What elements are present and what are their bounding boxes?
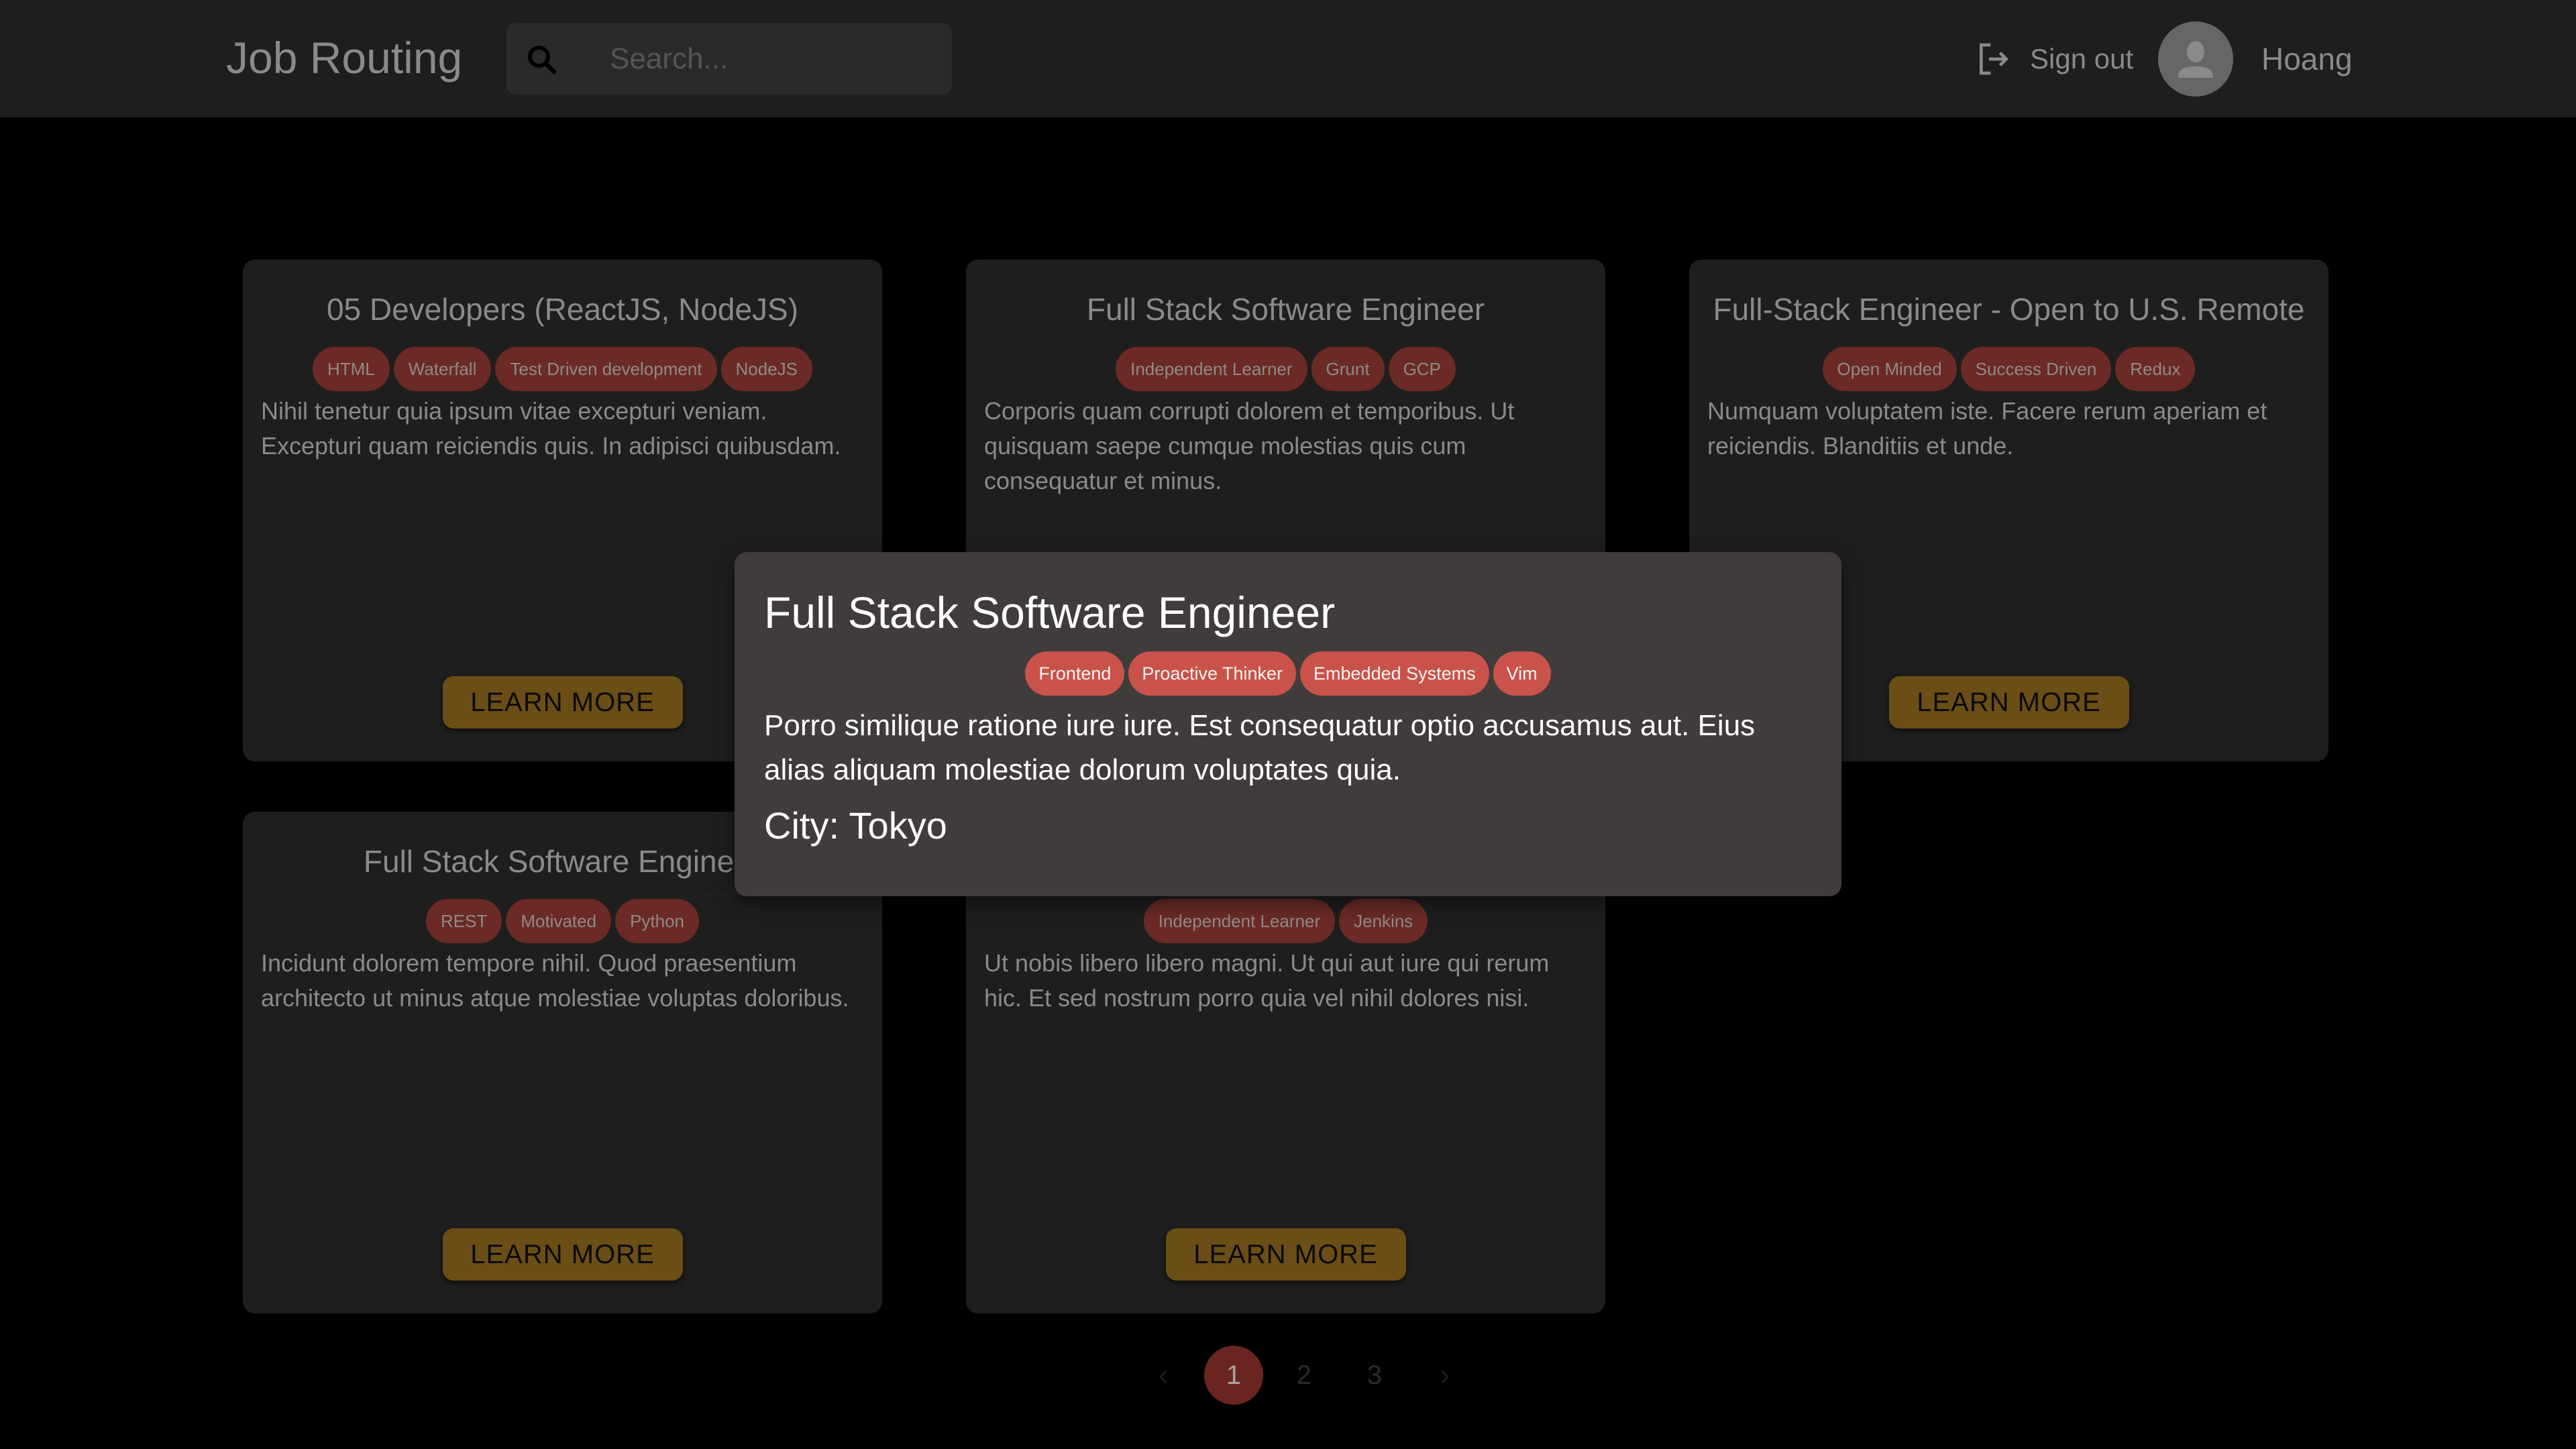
- modal-description: Porro similique ratione iure iure. Est c…: [764, 709, 1756, 786]
- job-title: 05 Developers (ReactJS, NodeJS): [326, 292, 799, 327]
- divider: [979, 341, 1592, 343]
- tag-chip: Proactive Thinker: [1128, 651, 1297, 696]
- tag-chip: Independent Learner: [1116, 347, 1307, 391]
- tag-chip: Embedded Systems: [1300, 651, 1489, 696]
- learn-more-button[interactable]: LEARN MORE: [1888, 676, 2129, 729]
- divider: [1703, 341, 2315, 343]
- learn-more-button[interactable]: LEARN MORE: [442, 676, 683, 729]
- prev-page-button[interactable]: ‹: [1134, 1346, 1193, 1405]
- page-button-3[interactable]: 3: [1345, 1346, 1404, 1405]
- username: Hoang: [2261, 42, 2353, 76]
- app-bar: Job Routing Sign out Hoang: [0, 0, 2576, 117]
- tag-list: Independent Learner Jenkins: [966, 899, 1605, 943]
- tag-chip: GCP: [1388, 347, 1456, 391]
- search-box[interactable]: [506, 23, 952, 95]
- page-button-1[interactable]: 1: [1204, 1346, 1263, 1405]
- tag-chip: Waterfall: [393, 347, 492, 391]
- tag-list: HTML Waterfall Test Driven development N…: [243, 347, 882, 391]
- sign-out-button[interactable]: Sign out: [1975, 36, 2133, 82]
- modal-city: City: Tokyo: [764, 804, 947, 847]
- brand-title[interactable]: Job Routing: [226, 31, 462, 85]
- tag-chip: HTML: [312, 347, 390, 391]
- tag-list: REST Motivated Python: [243, 899, 882, 943]
- job-description: Incidunt dolorem tempore nihil. Quod pra…: [261, 949, 849, 1012]
- job-title: Full-Stack Engineer - Open to U.S. Remot…: [1713, 292, 2305, 327]
- job-detail-modal: Full Stack Software Engineer Frontend Pr…: [735, 552, 1841, 896]
- job-description: Nihil tenetur quia ipsum vitae excepturi…: [261, 397, 841, 460]
- tag-chip: Independent Learner: [1143, 899, 1336, 943]
- tag-chip: Frontend: [1025, 651, 1125, 696]
- learn-more-button[interactable]: LEARN MORE: [442, 1228, 683, 1281]
- tag-chip: Python: [615, 899, 700, 943]
- modal-tag-list: Frontend Proactive Thinker Embedded Syst…: [735, 651, 1841, 696]
- divider: [256, 341, 869, 343]
- learn-more-button[interactable]: LEARN MORE: [1165, 1228, 1406, 1281]
- tag-chip: Motivated: [506, 899, 612, 943]
- avatar[interactable]: [2158, 21, 2233, 97]
- tag-chip: Test Driven development: [495, 347, 717, 391]
- sign-out-label: Sign out: [2030, 43, 2134, 74]
- job-description: Ut nobis libero libero magni. Ut qui aut…: [984, 949, 1550, 1012]
- tag-chip: Open Minded: [1822, 347, 1957, 391]
- search-icon: [528, 46, 557, 74]
- job-description: Numquam voluptatem iste. Facere rerum ap…: [1707, 397, 2267, 460]
- tag-chip: Vim: [1493, 651, 1551, 696]
- search-input[interactable]: [610, 23, 932, 95]
- modal-title: Full Stack Software Engineer: [764, 588, 1336, 637]
- tag-chip: Grunt: [1311, 347, 1385, 391]
- tag-chip: REST: [425, 899, 502, 943]
- tag-chip: Redux: [2115, 347, 2196, 391]
- tag-chip: NodeJS: [720, 347, 813, 391]
- tag-list: Independent Learner Grunt GCP: [966, 347, 1605, 391]
- tag-chip: Jenkins: [1339, 899, 1428, 943]
- person-icon: [2178, 41, 2213, 78]
- tag-chip: Success Driven: [1960, 347, 2112, 391]
- sign-out-icon: [1980, 43, 2008, 75]
- next-page-button[interactable]: ›: [1415, 1346, 1474, 1405]
- page-button-2[interactable]: 2: [1275, 1346, 1334, 1405]
- job-description: Corporis quam corrupti dolorem et tempor…: [984, 397, 1515, 494]
- tag-list: Open Minded Success Driven Redux: [1689, 347, 2328, 391]
- pagination: ‹ 1 2 3 ›: [1134, 1346, 1486, 1405]
- job-title: Full Stack Software Engineer: [1086, 292, 1485, 327]
